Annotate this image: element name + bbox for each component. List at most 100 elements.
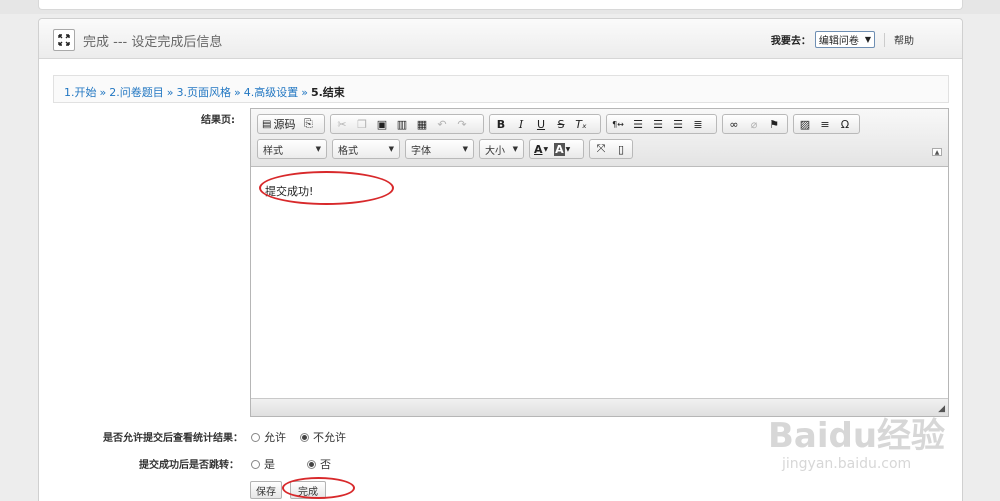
undo-icon: ↶ (437, 117, 447, 131)
toolbar-group-text: B I U S Tₓ (489, 114, 601, 134)
maximize-button[interactable]: ⤧ (592, 141, 610, 157)
underline-button[interactable]: U (532, 116, 550, 132)
toolbar-group-source: ▤ 源码 ⎘ (257, 114, 325, 134)
allow-stats-radio-no[interactable]: 不允许 (300, 429, 346, 445)
font-combo[interactable]: 字体 ▼ (405, 139, 474, 159)
breadcrumb-separator: » (99, 86, 107, 99)
radio-circle (251, 459, 260, 469)
horizontal-rule-icon: ≡ (820, 117, 830, 131)
paste-text-button[interactable]: ▥ (393, 116, 411, 132)
breadcrumb-separator: » (233, 86, 241, 99)
source-button[interactable]: ▤ 源码 (260, 116, 297, 132)
breadcrumb-step-questions[interactable]: 2.问卷题目 (109, 86, 164, 99)
style-combo[interactable]: 样式 ▼ (257, 139, 327, 159)
redirect-radio-no[interactable]: 否 (307, 456, 331, 472)
text-color-button[interactable]: A ▼ (532, 141, 550, 157)
align-right-button[interactable]: ☰ (669, 116, 687, 132)
radio-circle (251, 432, 260, 442)
preview-icon: ⎘ (304, 117, 313, 130)
result-page-label: 结果页: (201, 115, 235, 126)
allow-stats-radio-yes[interactable]: 允许 (251, 429, 286, 445)
toolbar-group-clipboard: ✂ ❐ ▣ ▥ ▦ ↶ ↷ (330, 114, 484, 134)
panel-header: 完成 --- 设定完成后信息 我要去： 编辑问卷 ▼ 帮助 (39, 19, 962, 59)
style-combo-label: 样式 (263, 145, 283, 157)
align-justify-button[interactable]: ≣ (689, 116, 707, 132)
maximize-icon: ⤧ (596, 142, 606, 155)
paste-word-icon: ▦ (416, 117, 428, 131)
horizontal-rule-button[interactable]: ≡ (816, 116, 834, 132)
strikethrough-icon: S (557, 117, 565, 131)
copy-button[interactable]: ❐ (353, 116, 371, 132)
flag-icon: ⚑ (769, 117, 779, 131)
dropdown-arrow-icon: ▼ (315, 145, 321, 153)
rtl-button[interactable]: ¶↔ (609, 116, 627, 132)
save-button[interactable]: 保存 (250, 481, 282, 499)
preview-button[interactable]: ⎘ (299, 116, 317, 132)
chevron-down-icon: ▼ (864, 35, 871, 44)
strike-button[interactable]: S (552, 116, 570, 132)
help-link[interactable]: 帮助 (894, 32, 914, 47)
radio-circle-selected (307, 459, 316, 469)
undo-button[interactable]: ↶ (433, 116, 451, 132)
rich-text-editor: ▤ 源码 ⎘ ✂ ❐ ▣ ▥ ▦ ↶ ↷ B I U S Tₓ ¶↔ ☰ ☰ ☰… (250, 108, 949, 417)
breadcrumb: 1.开始» 2.问卷题目» 3.页面风格» 4.高级设置» 5.结束 (53, 75, 949, 103)
paste-button[interactable]: ▣ (373, 116, 391, 132)
redirect-radio-yes[interactable]: 是 (251, 456, 275, 472)
align-right-icon: ☰ (673, 117, 683, 131)
scissors-icon: ✂ (337, 117, 347, 131)
goto-select-value: 编辑问卷 (818, 36, 859, 47)
breadcrumb-step-start[interactable]: 1.开始 (64, 86, 97, 99)
italic-button[interactable]: I (512, 116, 530, 132)
toolbar-group-insert: ▨ ≡ Ω (793, 114, 860, 134)
watermark-brand: Baidu经验 (768, 416, 946, 456)
anchor-button[interactable]: ⚑ (765, 116, 783, 132)
size-combo-label: 大小 (485, 145, 505, 157)
bold-icon: B (496, 117, 506, 131)
clipboard-icon: ▣ (376, 117, 388, 131)
previous-panel-edge (38, 0, 963, 10)
copy-icon: ❐ (357, 117, 367, 131)
goto-label: 我要去： (770, 36, 811, 47)
breadcrumb-current: 5.结束 (310, 86, 345, 99)
fullscreen-toggle-button[interactable] (53, 29, 75, 51)
link-button[interactable]: ∞ (725, 116, 743, 132)
dropdown-arrow-icon: ▼ (462, 145, 468, 153)
align-left-button[interactable]: ☰ (629, 116, 647, 132)
breadcrumb-step-style[interactable]: 3.页面风格 (176, 86, 231, 99)
cut-button[interactable]: ✂ (333, 116, 351, 132)
collapse-toolbar-button[interactable]: ▲ (932, 148, 942, 156)
underline-icon: U (536, 117, 546, 131)
align-center-icon: ☰ (653, 117, 663, 131)
dropdown-arrow-icon: ▼ (512, 145, 518, 153)
unlink-button[interactable]: ⌀ (745, 116, 763, 132)
link-icon: ∞ (729, 117, 739, 131)
paste-word-button[interactable]: ▦ (413, 116, 431, 132)
show-blocks-button[interactable]: ▯ (612, 141, 630, 157)
goto-select[interactable]: 编辑问卷 ▼ (814, 31, 875, 48)
redo-button[interactable]: ↷ (453, 116, 471, 132)
image-button[interactable]: ▨ (796, 116, 814, 132)
breadcrumb-separator: » (166, 86, 174, 99)
source-icon: ▤ (262, 118, 272, 130)
expand-icon (58, 34, 70, 46)
size-combo[interactable]: 大小 ▼ (479, 139, 524, 159)
redirect-yes-label: 是 (264, 458, 275, 471)
bg-color-button[interactable]: A ▼ (552, 141, 572, 157)
align-center-button[interactable]: ☰ (649, 116, 667, 132)
special-char-button[interactable]: Ω (836, 116, 854, 132)
format-combo[interactable]: 格式 ▼ (332, 139, 400, 159)
background-color-icon: A (554, 142, 565, 156)
font-combo-label: 字体 (411, 145, 431, 157)
remove-format-button[interactable]: Tₓ (572, 116, 590, 132)
redirect-no-label: 否 (320, 458, 331, 471)
unlink-icon: ⌀ (750, 117, 758, 131)
annotation-ellipse-content (259, 171, 394, 205)
text-color-icon: A (534, 142, 543, 156)
text-direction-icon: ¶↔ (612, 119, 624, 129)
annotation-ellipse-finish (282, 477, 355, 499)
omega-icon: Ω (840, 117, 850, 131)
breadcrumb-step-advanced[interactable]: 4.高级设置 (244, 86, 299, 99)
format-combo-label: 格式 (338, 145, 358, 157)
bold-button[interactable]: B (492, 116, 510, 132)
dropdown-arrow-icon: ▼ (565, 145, 571, 153)
